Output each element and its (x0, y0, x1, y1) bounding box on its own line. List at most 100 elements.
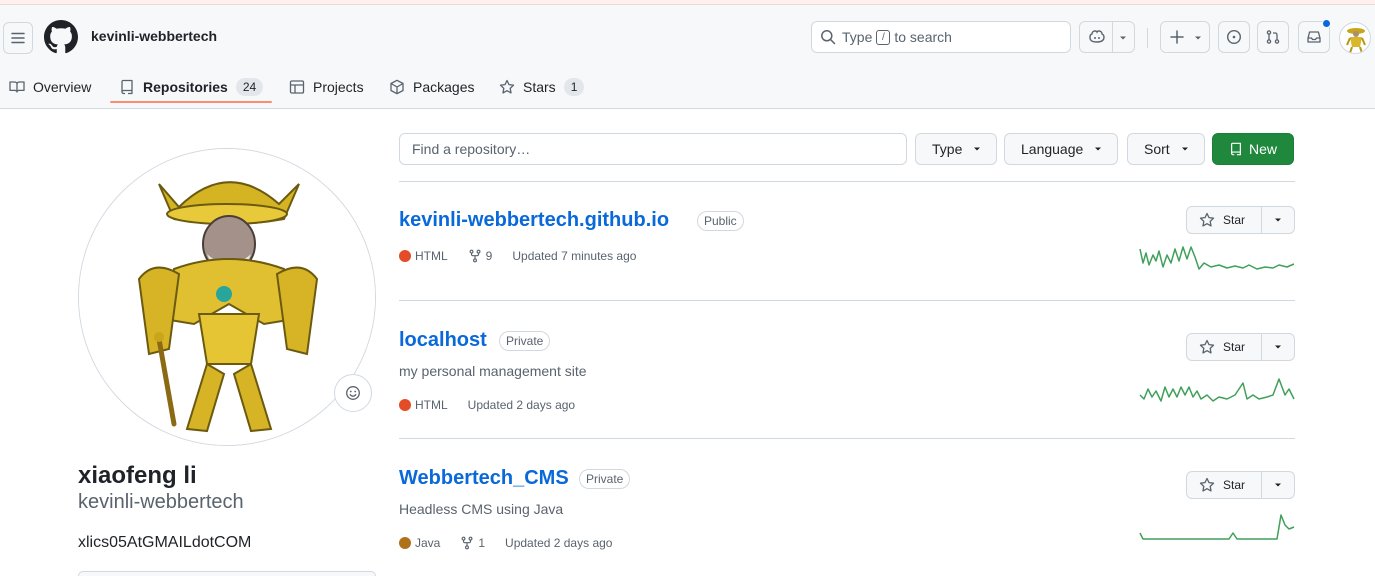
updated-time: Updated 2 days ago (467, 398, 576, 412)
star-icon (1199, 339, 1215, 354)
tab-stars[interactable]: Stars 1 (499, 65, 585, 109)
visibility-badge: Private (499, 331, 551, 351)
copilot-separator (1112, 22, 1113, 52)
search-icon (821, 30, 836, 45)
star-icon (1199, 477, 1215, 492)
tab-packages[interactable]: Packages (389, 65, 474, 109)
star-button-group: Star (1186, 333, 1295, 361)
repo-meta: Java 1 Updated 2 days ago (399, 536, 632, 550)
search-input[interactable]: Type / to search (811, 21, 1071, 53)
chevron-down-icon (1275, 218, 1282, 222)
issues-button[interactable] (1218, 21, 1250, 53)
activity-sparkline (1139, 514, 1295, 540)
repo-language: HTML (399, 249, 448, 263)
repo-title-link[interactable]: localhost (399, 329, 487, 352)
book-icon (9, 81, 25, 93)
find-repository-input[interactable] (399, 133, 907, 165)
tab-label: Projects (313, 79, 364, 95)
plus-icon (1170, 30, 1184, 44)
tab-label: Overview (33, 79, 92, 95)
type-dropdown[interactable]: Type (915, 133, 998, 165)
language-dropdown-label: Language (1021, 141, 1084, 157)
github-logo-icon[interactable] (44, 20, 78, 54)
repo-meta: HTML Updated 2 days ago (399, 398, 595, 412)
header-divider (1147, 28, 1148, 48)
sort-dropdown[interactable]: Sort (1127, 133, 1205, 165)
repo-forked-icon (461, 536, 473, 550)
star-list-dropdown[interactable] (1262, 343, 1294, 351)
star-button-group: Star (1186, 471, 1295, 499)
activity-sparkline (1139, 378, 1295, 402)
updated-time: Updated 2 days ago (505, 536, 613, 550)
copilot-button[interactable] (1079, 21, 1135, 53)
language-color-dot (399, 537, 411, 549)
active-tab-underline (110, 101, 272, 103)
set-status-button[interactable] (334, 374, 372, 412)
tab-overview[interactable]: Overview (9, 65, 91, 109)
pull-requests-button[interactable] (1257, 21, 1289, 53)
profile-bio: xlics05AtGMAILdotCOM (78, 534, 252, 551)
star-label: Star (1223, 213, 1246, 227)
tab-label: Repositories (143, 79, 228, 95)
copilot-icon (1089, 30, 1105, 43)
package-icon (390, 79, 404, 95)
new-repository-button[interactable]: New (1212, 133, 1294, 165)
visibility-badge: Private (579, 469, 631, 489)
edit-profile-button[interactable] (78, 571, 376, 576)
tab-label: Packages (413, 79, 475, 95)
language-color-dot (399, 399, 411, 411)
issue-opened-icon (1226, 29, 1242, 45)
repo-description: Headless CMS using Java (399, 501, 564, 517)
star-button-group: Star (1186, 206, 1295, 234)
language-dropdown[interactable]: Language (1004, 133, 1119, 165)
language-label: HTML (415, 249, 448, 263)
chevron-down-icon (1181, 147, 1188, 151)
inbox-icon (1307, 31, 1321, 43)
user-avatar-icon (1346, 28, 1366, 53)
star-list-dropdown[interactable] (1262, 216, 1294, 224)
language-label: Java (415, 536, 441, 550)
type-dropdown-label: Type (932, 141, 963, 157)
search-suffix: to search (894, 29, 952, 45)
star-icon (499, 79, 515, 94)
chevron-down-icon (1195, 36, 1201, 40)
profile-avatar[interactable] (78, 148, 376, 446)
tab-projects[interactable]: Projects (289, 65, 364, 109)
profile-login: kevinli-webbertech (78, 491, 244, 513)
header-username[interactable]: kevinli-webbertech (91, 28, 217, 44)
repo-title-link[interactable]: Webbertech_CMS (399, 467, 569, 490)
create-new-button[interactable] (1160, 21, 1210, 53)
repo-language: HTML (399, 398, 448, 412)
star-button[interactable]: Star (1187, 472, 1263, 498)
tab-label: Stars (523, 79, 556, 95)
updated-time: Updated 7 minutes ago (512, 249, 637, 263)
avatar[interactable] (1339, 22, 1371, 54)
chevron-down-icon (1275, 483, 1282, 487)
list-divider (399, 300, 1295, 301)
list-divider (399, 438, 1295, 439)
header: kevinli-webbertech Type / to search Over… (0, 5, 1375, 109)
smiley-icon (346, 386, 360, 400)
language-color-dot (399, 250, 411, 262)
search-shortcut-key: / (876, 29, 891, 45)
fork-count-link[interactable]: 1 (460, 536, 485, 550)
star-label: Star (1223, 478, 1246, 492)
new-button-label: New (1248, 141, 1277, 157)
fork-count: 9 (485, 249, 493, 263)
list-divider (399, 181, 1295, 182)
chevron-down-icon (974, 147, 981, 151)
repo-title-link[interactable]: kevinli-webbertech.github.io (399, 209, 669, 232)
star-list-dropdown[interactable] (1262, 481, 1294, 489)
fork-count-link[interactable]: 9 (468, 249, 493, 263)
menu-button[interactable] (3, 22, 33, 54)
repo-description: my personal management site (399, 363, 587, 379)
table-icon (289, 80, 305, 94)
chevron-down-icon (1095, 147, 1102, 151)
search-prefix: Type (842, 29, 873, 45)
chevron-down-icon[interactable] (1118, 34, 1128, 42)
star-button[interactable]: Star (1187, 334, 1263, 360)
star-button[interactable]: Star (1187, 207, 1263, 233)
fork-count: 1 (478, 536, 486, 550)
activity-sparkline (1139, 246, 1295, 270)
repo-icon (121, 79, 133, 95)
